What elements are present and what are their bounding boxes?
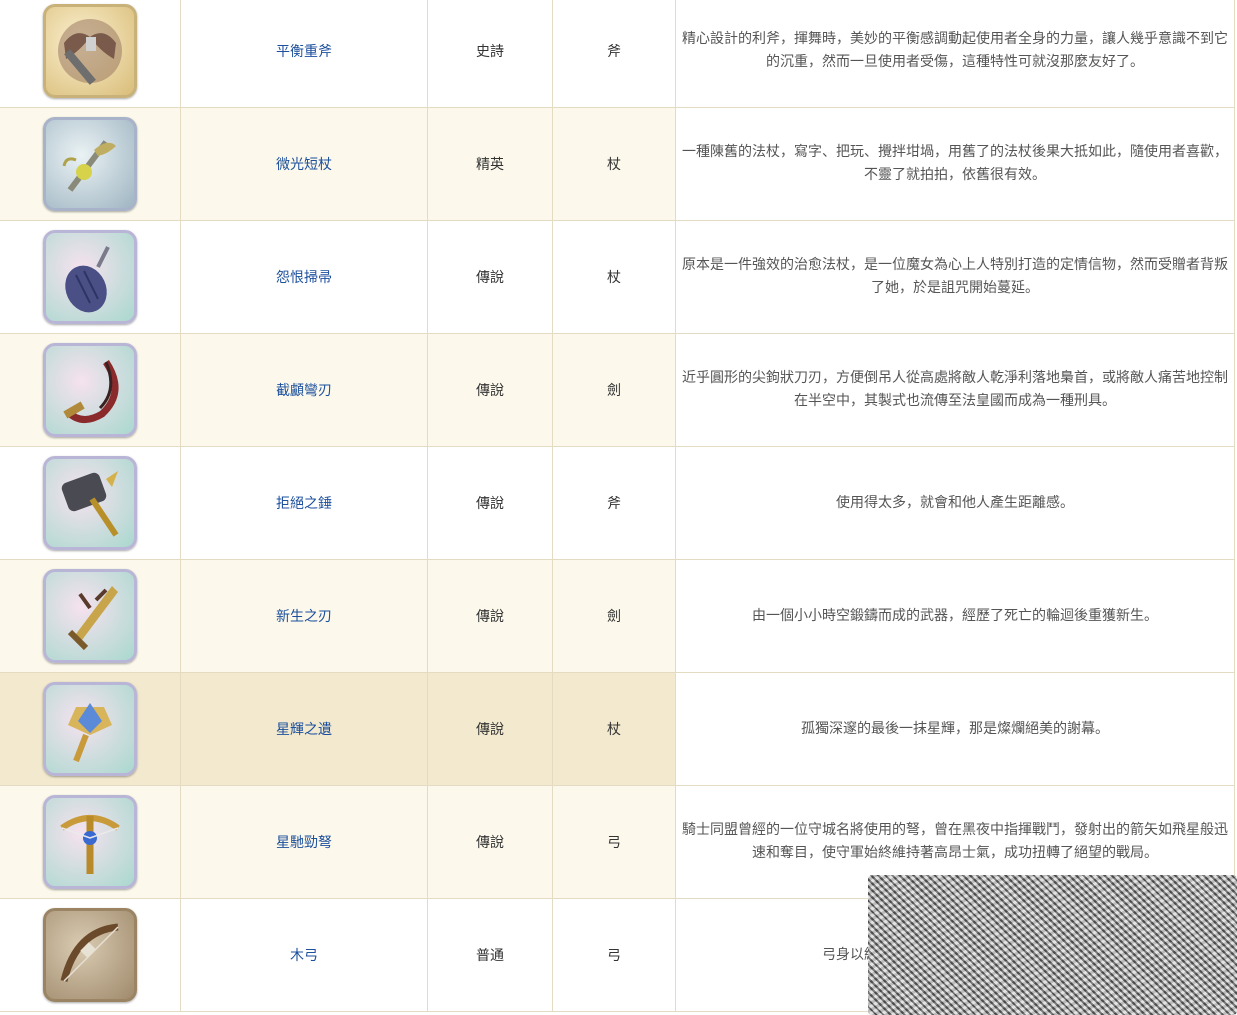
weapon-type: 劍 bbox=[607, 609, 621, 625]
description: 使用得太多，就會和他人產生距離感。 bbox=[836, 494, 1074, 511]
weapon-name-link[interactable]: 星馳勁弩 bbox=[276, 835, 332, 851]
table-row: 平衡重斧 史詩 斧 精心設計的利斧，揮舞時，美妙的平衡感調動起使用者全身的力量，… bbox=[0, 0, 1235, 108]
weapon-name-link[interactable]: 拒絕之錘 bbox=[276, 496, 332, 512]
description: 近乎圓形的尖鉤狀刀刃，方便倒吊人從高處將敵人乾淨利落地梟首，或將敵人痛苦地控制在… bbox=[682, 370, 1228, 409]
rebirth-blade-icon[interactable] bbox=[42, 569, 137, 663]
weapon-type: 弓 bbox=[607, 948, 621, 964]
table-row: 拒絕之錘 傳說 斧 使用得太多，就會和他人產生距離感。 bbox=[0, 446, 1235, 560]
weapon-type: 斧 bbox=[607, 44, 621, 60]
description: 原本是一件強效的治愈法杖，是一位魔女為心上人特別打造的定情信物，然而受贈者背叛了… bbox=[682, 257, 1228, 296]
star-crossbow-icon[interactable] bbox=[42, 795, 137, 889]
weapon-name-link[interactable]: 怨恨掃帚 bbox=[276, 270, 332, 286]
rarity: 史詩 bbox=[476, 44, 504, 60]
weapon-type: 弓 bbox=[607, 835, 621, 851]
rarity: 精英 bbox=[476, 157, 504, 173]
redaction-overlay bbox=[868, 875, 1237, 1015]
weapon-table: 平衡重斧 史詩 斧 精心設計的利斧，揮舞時，美妙的平衡感調動起使用者全身的力量，… bbox=[0, 0, 1235, 1012]
table-row: 微光短杖 精英 杖 一種陳舊的法杖，寫字、把玩、攪拌坩堝，用舊了的法杖後果大抵如… bbox=[0, 107, 1235, 221]
description: 孤獨深邃的最後一抹星輝，那是燦爛絕美的謝幕。 bbox=[801, 720, 1109, 737]
rarity: 普通 bbox=[476, 948, 504, 964]
balanced-axe-icon[interactable] bbox=[42, 4, 137, 98]
wooden-bow-icon[interactable] bbox=[42, 908, 137, 1002]
table-row: 星輝之遺 傳說 杖 孤獨深邃的最後一抹星輝，那是燦爛絕美的謝幕。 bbox=[0, 672, 1235, 786]
weapon-name-link[interactable]: 星輝之遺 bbox=[276, 722, 332, 738]
starlight-relic-icon[interactable] bbox=[42, 682, 137, 776]
weapon-name-link[interactable]: 新生之刃 bbox=[276, 609, 332, 625]
weapon-name-link[interactable]: 平衡重斧 bbox=[276, 44, 332, 60]
rarity: 傳說 bbox=[476, 722, 504, 738]
skull-sickle-icon[interactable] bbox=[42, 343, 137, 437]
table-row: 怨恨掃帚 傳說 杖 原本是一件強效的治愈法杖，是一位魔女為心上人特別打造的定情信… bbox=[0, 220, 1235, 334]
weapon-type: 杖 bbox=[607, 157, 621, 173]
weapon-type: 杖 bbox=[607, 270, 621, 286]
table-row: 截顱彎刃 傳說 劍 近乎圓形的尖鉤狀刀刃，方便倒吊人從高處將敵人乾淨利落地梟首，… bbox=[0, 333, 1235, 447]
rarity: 傳說 bbox=[476, 270, 504, 286]
weapon-type: 劍 bbox=[607, 383, 621, 399]
description: 騎士同盟曾經的一位守城名將使用的弩，曾在黑夜中指揮戰鬥，發射出的箭矢如飛星般迅速… bbox=[682, 822, 1228, 861]
table-row: 新生之刃 傳說 劍 由一個小小時空鍛鑄而成的武器，經歷了死亡的輪迴後重獲新生。 bbox=[0, 559, 1235, 673]
grudge-broom-icon[interactable] bbox=[42, 230, 137, 324]
refusal-hammer-icon[interactable] bbox=[42, 456, 137, 550]
shimmer-wand-icon[interactable] bbox=[42, 117, 137, 211]
weapon-name-link[interactable]: 木弓 bbox=[290, 948, 318, 964]
rarity: 傳說 bbox=[476, 496, 504, 512]
weapon-name-link[interactable]: 微光短杖 bbox=[276, 157, 332, 173]
description: 精心設計的利斧，揮舞時，美妙的平衡感調動起使用者全身的力量，讓人幾乎意識不到它的… bbox=[682, 31, 1228, 70]
rarity: 傳說 bbox=[476, 609, 504, 625]
weapon-type: 斧 bbox=[607, 496, 621, 512]
weapon-name-link[interactable]: 截顱彎刃 bbox=[276, 383, 332, 399]
rarity: 傳說 bbox=[476, 383, 504, 399]
weapon-type: 杖 bbox=[607, 722, 621, 738]
rarity: 傳說 bbox=[476, 835, 504, 851]
description: 一種陳舊的法杖，寫字、把玩、攪拌坩堝，用舊了的法杖後果大抵如此，隨使用者喜歡，不… bbox=[682, 144, 1228, 183]
description: 由一個小小時空鍛鑄而成的武器，經歷了死亡的輪迴後重獲新生。 bbox=[752, 607, 1158, 624]
